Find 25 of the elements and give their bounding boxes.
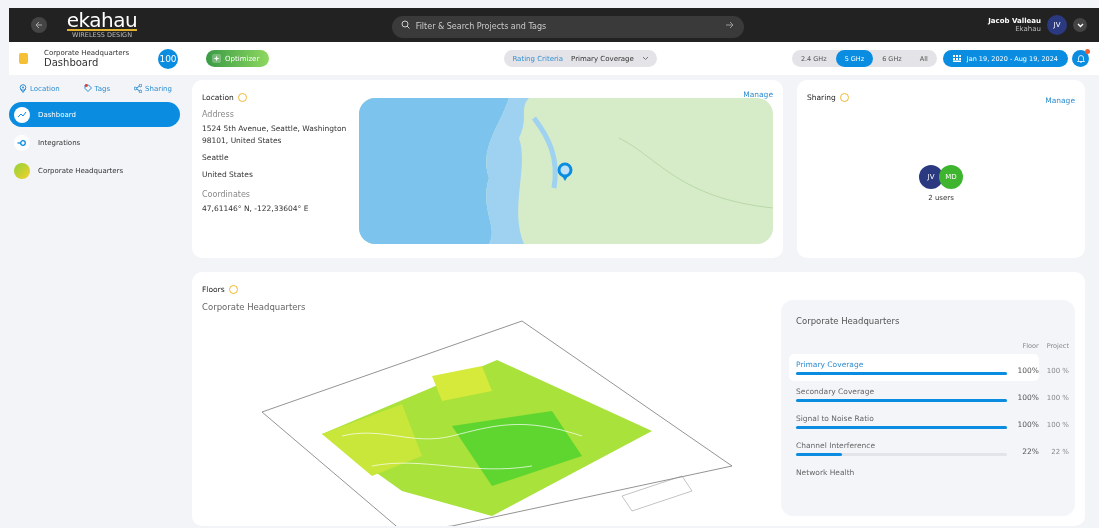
bell-icon — [1076, 54, 1085, 63]
project-icon — [19, 53, 28, 64]
arrow-right-icon — [724, 21, 734, 29]
score-badge: 100 — [158, 48, 178, 69]
page-title: Dashboard — [44, 57, 100, 68]
title-block — [621, 475, 693, 512]
field-label: Coordinates — [202, 190, 252, 199]
share-icon — [134, 84, 143, 93]
dropdown-button[interactable] — [1073, 18, 1087, 32]
plug-icon — [14, 134, 30, 151]
floor-name: Corporate Headquarters — [202, 302, 307, 312]
search-field[interactable]: Filter & Search Projects and Tags — [391, 15, 744, 38]
calendar-icon — [952, 55, 961, 62]
logo-wordmark: ekahau — [66, 11, 138, 31]
chevron-down-icon — [1076, 22, 1084, 28]
field-label: Address — [202, 110, 235, 119]
heatmap-thumbnail-icon — [14, 162, 30, 179]
arrow-left-icon — [35, 21, 43, 29]
tag-icon — [83, 84, 92, 93]
location-pin-icon — [19, 84, 27, 93]
chevron-down-icon — [641, 56, 649, 61]
search-icon — [400, 20, 410, 29]
panel-title: Corporate Headquarters — [795, 315, 901, 326]
notifications-button[interactable] — [1072, 50, 1089, 67]
back-button[interactable] — [31, 17, 47, 33]
